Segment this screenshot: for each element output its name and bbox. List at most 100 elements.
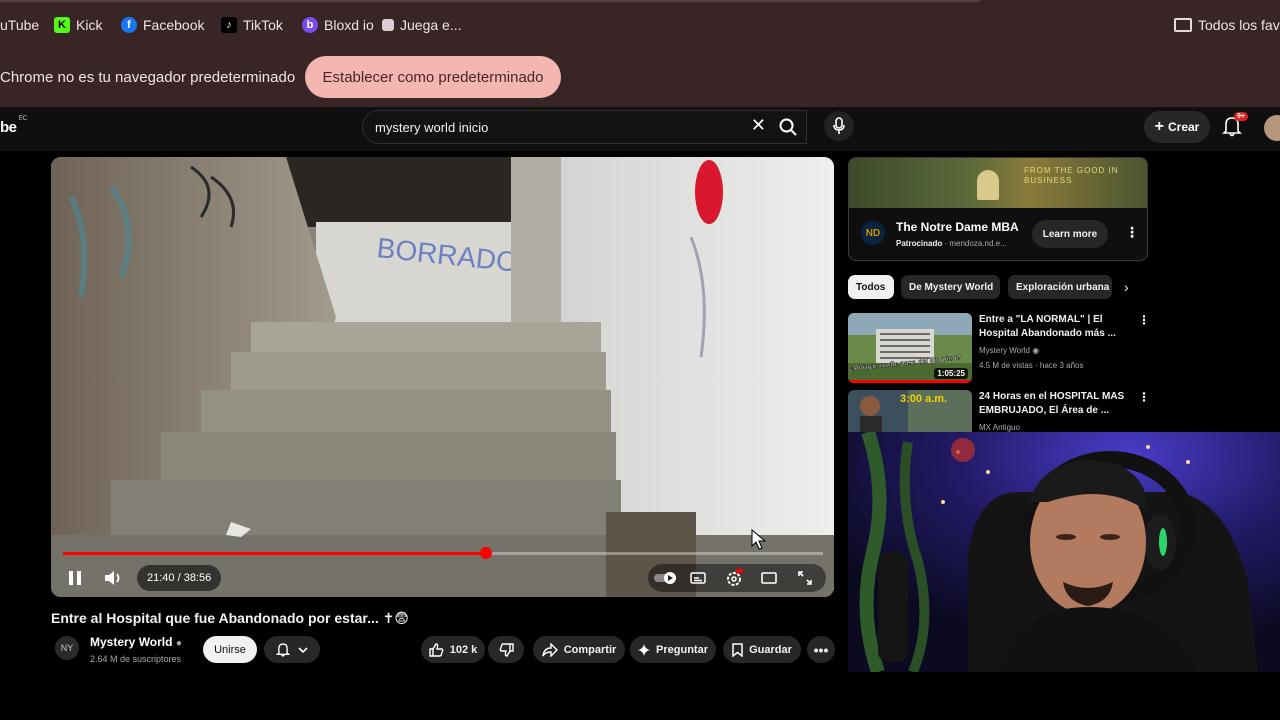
recommended-channel: Mystery World ◉ xyxy=(979,346,1040,355)
create-button[interactable]: + Crear xyxy=(1144,111,1210,143)
settings-button[interactable] xyxy=(723,566,745,590)
search-icon xyxy=(779,118,797,136)
channel-name[interactable]: Mystery World ● xyxy=(90,635,182,649)
ask-label: Preguntar xyxy=(656,643,708,656)
share-icon xyxy=(542,642,558,657)
notifications-button[interactable]: 9+ xyxy=(1222,112,1248,139)
bookmark-youtube[interactable]: uTube xyxy=(0,15,39,35)
bookmark-label: uTube xyxy=(0,17,40,33)
more-vertical-icon[interactable]: ⋮ xyxy=(1125,224,1139,241)
youtube-logo[interactable]: beEC xyxy=(0,115,28,136)
bookmark-tiktok[interactable]: ♪ TikTok xyxy=(221,15,283,35)
channel-avatar[interactable]: NY xyxy=(55,636,79,660)
ad-title: The Notre Dame MBA xyxy=(896,220,1019,234)
bookmark-bloxd[interactable]: b Bloxd io xyxy=(302,15,374,35)
ad-domain: · mendoza.nd.e... xyxy=(944,239,1007,248)
ad-banner-image: FROM THE GOOD IN BUSINESS xyxy=(849,158,1147,208)
facebook-icon: f xyxy=(121,17,137,33)
bookmark-label: Juega e... xyxy=(400,17,462,33)
chip-todos[interactable]: Todos xyxy=(848,275,894,299)
kick-icon: K xyxy=(54,17,70,33)
save-label: Guardar xyxy=(749,643,792,656)
fullscreen-button[interactable] xyxy=(794,567,816,589)
notifications-badge: 9+ xyxy=(1234,112,1248,121)
bookmark-facebook[interactable]: f Facebook xyxy=(121,15,204,35)
theater-icon xyxy=(761,572,777,584)
infobar-message: Chrome no es tu navegador predeterminado xyxy=(0,69,296,86)
sponsored-label: Patrocinado xyxy=(896,239,943,248)
autoplay-toggle[interactable] xyxy=(652,567,680,589)
bookmark-label: Kick xyxy=(76,17,103,33)
progress-bar[interactable] xyxy=(63,547,823,559)
chevron-down-icon xyxy=(298,646,308,653)
chip-exploracion-urbana[interactable]: Exploración urbana xyxy=(1008,275,1112,299)
share-button[interactable]: Compartir xyxy=(533,636,625,663)
autoplay-icon xyxy=(654,572,676,584)
sparkle-icon xyxy=(638,643,651,656)
join-button[interactable]: Unirse xyxy=(203,636,257,663)
default-browser-infobar: Chrome no es tu navegador predeterminado… xyxy=(0,50,1280,107)
juega-icon xyxy=(382,19,394,31)
voice-search-button[interactable] xyxy=(824,111,854,141)
video-frame: BORRADO xyxy=(51,157,834,597)
time-display: 21:40 / 38:56 xyxy=(137,565,222,591)
chevron-right-icon[interactable]: › xyxy=(1124,279,1129,295)
bookmark-kick[interactable]: K Kick xyxy=(54,15,102,35)
more-horizontal-icon: ••• xyxy=(813,641,829,658)
search-input[interactable]: mystery world inicio ✕ xyxy=(362,110,807,144)
verified-icon: ● xyxy=(175,638,182,649)
ad-sponsor-line: Patrocinado · mendoza.nd.e... xyxy=(896,239,1007,248)
hospital-thumbnail-image: 3:00 a.m. xyxy=(848,390,972,432)
progress-fill xyxy=(63,552,486,555)
video-title: Entre al Hospital que fue Abandonado por… xyxy=(51,610,409,626)
pause-icon xyxy=(69,571,81,585)
more-actions-button[interactable]: ••• xyxy=(807,636,835,663)
ask-button[interactable]: Preguntar xyxy=(630,636,716,663)
learn-more-button[interactable]: Learn more xyxy=(1032,220,1108,248)
like-button[interactable]: 102 k xyxy=(421,636,485,663)
recommended-video[interactable]: ¿Porque nadie pasa del 5to piso? 1:05:25… xyxy=(848,313,1150,385)
like-count: 102 k xyxy=(449,643,478,656)
all-bookmarks-label: Todos los fave xyxy=(1198,17,1280,33)
all-bookmarks-button[interactable]: Todos los fave xyxy=(1174,15,1280,35)
bookmark-juega[interactable]: Juega e... xyxy=(382,15,462,35)
video-duration: 1:05:25 xyxy=(934,368,968,379)
tab-strip-edge xyxy=(0,0,980,2)
pause-button[interactable] xyxy=(61,565,89,591)
recommended-video-title: Entre a "LA NORMAL" | El Hospital Abando… xyxy=(979,314,1116,339)
thumbs-down-icon xyxy=(499,642,514,657)
search-button[interactable] xyxy=(768,110,808,144)
youtube-header: beEC mystery world inicio ✕ + Crear 9+ xyxy=(0,107,1280,151)
video-player[interactable]: BORRADO 21:40 / 38:56 xyxy=(51,157,834,597)
more-vertical-icon[interactable]: ⋮ xyxy=(1138,390,1148,404)
golden-dome-image xyxy=(977,170,999,200)
subscription-bell-button[interactable] xyxy=(264,636,320,663)
volume-icon xyxy=(105,571,120,585)
subtitles-icon xyxy=(690,572,706,584)
theater-mode-button[interactable] xyxy=(758,567,780,589)
video-thumbnail[interactable]: ¿Porque nadie pasa del 5to piso? 1:05:25 xyxy=(848,313,972,383)
more-vertical-icon[interactable]: ⋮ xyxy=(1138,313,1150,327)
account-avatar[interactable] xyxy=(1264,115,1280,141)
time-text: 21:40 / 38:56 xyxy=(147,572,212,584)
recommended-video[interactable]: 3:00 a.m. 24 Horas en el HOSPITAL MAS EM… xyxy=(848,390,1148,432)
volume-button[interactable] xyxy=(99,565,129,591)
bookmarks-bar: uTube K Kick f Facebook ♪ TikTok b Bloxd… xyxy=(0,0,1280,50)
channel-name-text: Mystery World xyxy=(90,635,173,649)
dislike-button[interactable] xyxy=(488,636,524,663)
ad-tagline: FROM THE GOOD IN BUSINESS xyxy=(1024,166,1119,185)
clear-search-icon[interactable]: ✕ xyxy=(751,115,766,136)
sponsored-ad-card[interactable]: FROM THE GOOD IN BUSINESS ND The Notre D… xyxy=(848,157,1148,261)
chip-de-mystery-world[interactable]: De Mystery World xyxy=(901,275,1000,299)
country-code: EC xyxy=(18,115,28,122)
video-thumbnail[interactable]: 3:00 a.m. xyxy=(848,390,972,432)
recommended-channel: MX Antiguo xyxy=(979,423,1020,432)
advertiser-logo: ND xyxy=(861,221,885,245)
save-button[interactable]: Guardar xyxy=(723,636,801,663)
bookmark-label: Facebook xyxy=(143,17,205,33)
scrubber-handle[interactable] xyxy=(479,547,492,559)
microphone-icon xyxy=(833,117,845,134)
mouse-cursor-icon xyxy=(751,529,767,550)
subtitles-button[interactable] xyxy=(687,567,709,589)
set-default-button[interactable]: Establecer como predeterminado xyxy=(305,56,561,98)
